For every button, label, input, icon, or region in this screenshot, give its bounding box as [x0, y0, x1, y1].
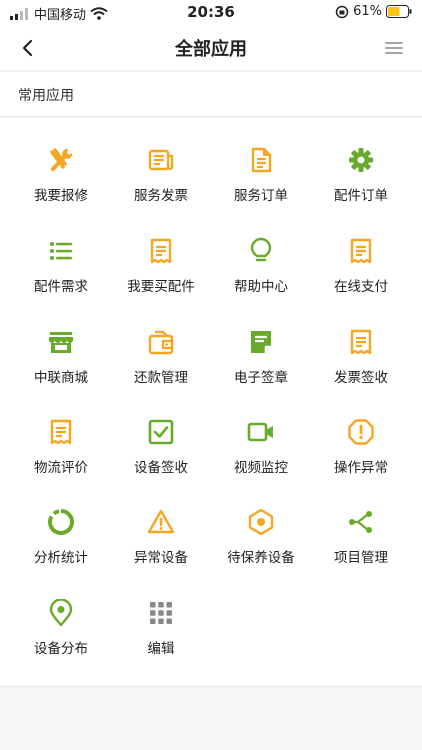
document-icon	[247, 146, 275, 174]
signal-icon	[10, 7, 28, 20]
store-icon	[47, 328, 75, 356]
share-nodes-icon	[347, 508, 375, 536]
app-label: 配件需求	[34, 279, 88, 295]
app-label: 帮助中心	[234, 279, 288, 295]
app-label: 服务发票	[134, 188, 188, 204]
battery-percent: 61%	[353, 4, 382, 19]
app-tile[interactable]: 物流评价	[11, 390, 111, 476]
newspaper-icon	[147, 146, 175, 174]
checkbox-icon	[147, 418, 175, 446]
app-tile[interactable]: 服务订单	[211, 118, 311, 204]
app-label: 视频监控	[234, 460, 288, 476]
app-label: 分析统计	[34, 550, 88, 566]
app-label: 发票签收	[334, 370, 388, 386]
navigation-bar: 全部应用	[0, 26, 422, 70]
app-label: 编辑	[147, 641, 175, 657]
receipt-icon	[347, 237, 375, 265]
hamburger-menu-icon	[385, 42, 403, 54]
receipt-icon	[347, 328, 375, 356]
app-tile[interactable]: 分析统计	[11, 480, 111, 566]
app-tile[interactable]: 服务发票	[111, 118, 211, 204]
app-label: 物流评价	[34, 460, 88, 476]
lightbulb-icon	[247, 237, 275, 265]
section-title: 常用应用	[18, 88, 74, 104]
app-tile[interactable]: 异常设备	[111, 480, 211, 566]
menu-button[interactable]	[380, 34, 408, 62]
app-grid: 我要报修 服务发票 服务订单 配件订单配件需求 我要买配件 帮助中心 在线支付中联商城 还款管…	[0, 118, 422, 687]
app-label: 中联商城	[34, 370, 88, 386]
app-label: 我要买配件	[127, 279, 195, 295]
app-tile[interactable]: 电子签章	[211, 300, 311, 386]
app-tile[interactable]: 项目管理	[311, 480, 411, 566]
tools-icon	[47, 146, 75, 174]
app-tile[interactable]: 在线支付	[311, 209, 411, 295]
app-label: 项目管理	[334, 550, 388, 566]
app-label: 还款管理	[134, 370, 188, 386]
orientation-lock-icon	[335, 5, 349, 18]
app-tile[interactable]: 我要报修	[11, 118, 111, 204]
app-label: 设备分布	[34, 641, 88, 657]
app-tile[interactable]: 帮助中心	[211, 209, 311, 295]
status-bar: 中国移动 20:36 61%	[0, 0, 422, 26]
location-pin-icon	[47, 599, 75, 627]
carrier-name: 中国移动	[34, 8, 87, 23]
battery-icon	[386, 5, 412, 18]
app-label: 服务订单	[234, 188, 288, 204]
page-title: 全部应用	[175, 39, 247, 60]
receipt-icon	[47, 418, 75, 446]
app-label: 配件订单	[334, 188, 388, 204]
app-tile[interactable]: 编辑	[111, 571, 211, 657]
list-icon	[47, 237, 75, 265]
app-label: 操作异常	[334, 460, 388, 476]
alert-octagon-icon	[347, 418, 375, 446]
app-label: 在线支付	[334, 279, 388, 295]
chevron-left-icon	[22, 39, 33, 57]
app-tile[interactable]: 发票签收	[311, 300, 411, 386]
video-camera-icon	[247, 418, 275, 446]
section-header: 常用应用	[0, 71, 422, 117]
app-tile[interactable]: 设备分布	[11, 571, 111, 657]
app-tile[interactable]: 待保养设备	[211, 480, 311, 566]
status-right: 61%	[335, 4, 412, 19]
receipt-icon	[147, 237, 175, 265]
grid-dots-icon	[147, 599, 175, 627]
app-tile[interactable]: 视频监控	[211, 390, 311, 476]
hex-nut-icon	[247, 508, 275, 536]
app-label: 我要报修	[34, 188, 88, 204]
app-tile[interactable]: 配件订单	[311, 118, 411, 204]
wallet-icon	[147, 328, 175, 356]
app-tile[interactable]: 配件需求	[11, 209, 111, 295]
gear-icon	[347, 146, 375, 174]
app-label: 异常设备	[134, 550, 188, 566]
back-button[interactable]	[14, 34, 42, 62]
carrier-group: 中国移动	[10, 4, 108, 23]
app-tile[interactable]: 操作异常	[311, 390, 411, 476]
donut-chart-icon	[47, 508, 75, 536]
app-tile[interactable]: 设备签收	[111, 390, 211, 476]
app-label: 电子签章	[234, 370, 288, 386]
note-icon	[247, 328, 275, 356]
app-tile[interactable]: 还款管理	[111, 300, 211, 386]
app-label: 设备签收	[134, 460, 188, 476]
warning-triangle-icon	[147, 508, 175, 536]
wifi-icon	[90, 7, 108, 20]
app-tile[interactable]: 我要买配件	[111, 209, 211, 295]
app-tile[interactable]: 中联商城	[11, 300, 111, 386]
app-label: 待保养设备	[227, 550, 295, 566]
